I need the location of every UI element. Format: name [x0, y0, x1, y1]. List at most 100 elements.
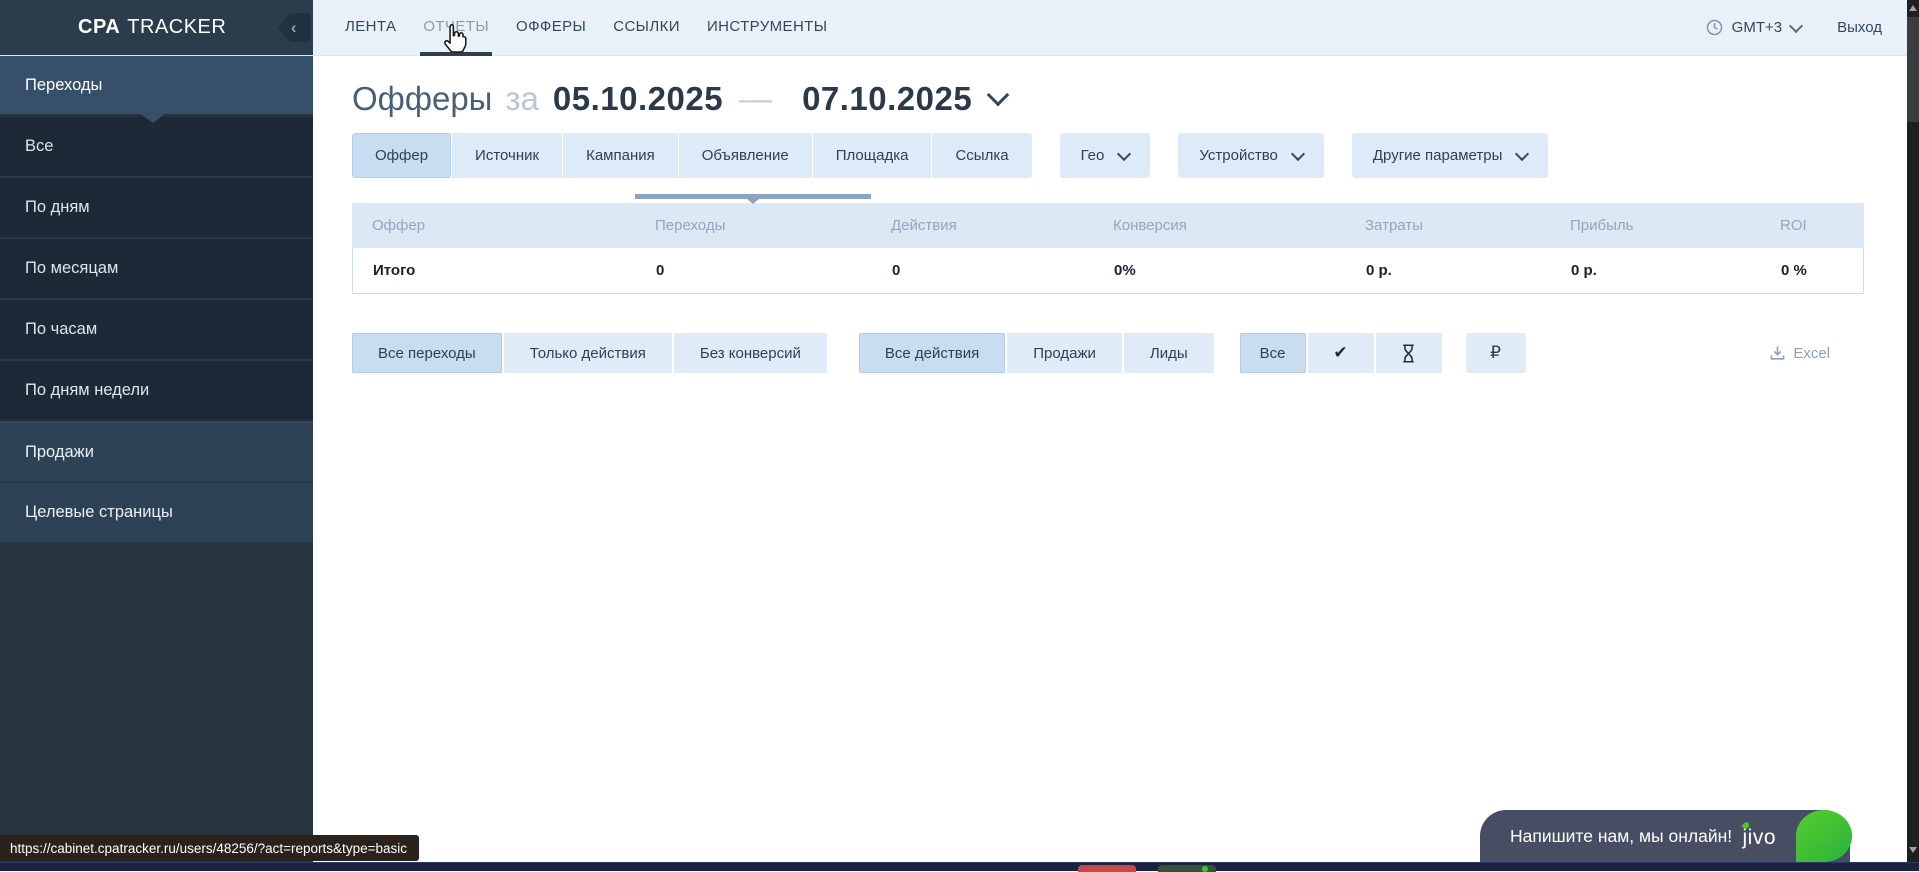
- filter-no-conversions[interactable]: Без конверсий: [674, 333, 827, 373]
- dropdown-label: Гео: [1081, 147, 1105, 164]
- quick-filters-row: Все переходы Только действия Без конверс…: [352, 333, 1526, 373]
- sidebar-item-label: По месяцам: [25, 259, 118, 278]
- chevron-down-icon: [1789, 18, 1803, 32]
- sidebar-collapse-button[interactable]: ‹: [278, 13, 310, 42]
- logo-text-bold: CPA: [78, 16, 120, 39]
- date-range-chevron-icon[interactable]: [987, 84, 1010, 107]
- jivo-logo: jivo: [1742, 826, 1776, 850]
- table-total-row: Итого 0 0 0% 0 р. 0 р. 0 %: [352, 248, 1864, 294]
- clock-icon: [1706, 19, 1723, 36]
- filter-status-pending[interactable]: [1376, 333, 1442, 373]
- sidebar-item-label: По дням: [25, 198, 90, 217]
- jivo-leaf-icon: [1796, 810, 1852, 862]
- hourglass-icon: [1401, 344, 1416, 363]
- tab-campaign[interactable]: Кампания: [563, 133, 679, 178]
- scrollbar-down-arrow-icon[interactable]: [1909, 847, 1917, 853]
- tab-link[interactable]: Ссылка: [932, 133, 1031, 178]
- check-icon: ✔: [1333, 343, 1347, 363]
- dropdown-other-params[interactable]: Другие параметры: [1352, 133, 1549, 178]
- actions-filter-group: Все действия Продажи Лиды: [859, 333, 1214, 373]
- filter-sales[interactable]: Продажи: [1007, 333, 1122, 373]
- scrollbar-thumb[interactable]: [1907, 17, 1919, 122]
- main-content: Офферы за 05.10.2025 — 07.10.2025 Оффер …: [313, 56, 1907, 862]
- report-title-row: Офферы за 05.10.2025 — 07.10.2025: [352, 80, 1006, 118]
- tab-offer[interactable]: Оффер: [352, 133, 452, 178]
- sidebar: Переходы Все По дням По месяцам По часам…: [0, 56, 313, 862]
- dropdown-label: Устройство: [1199, 147, 1277, 164]
- dimension-tab-group: Оффер Источник Кампания Объявление Площа…: [352, 133, 1032, 178]
- sidebar-item-po-dnyam-nedeli[interactable]: По дням недели: [0, 361, 313, 422]
- status-filter-group: Все ✔: [1240, 333, 1442, 373]
- sidebar-item-prodazhi[interactable]: Продажи: [0, 422, 313, 483]
- logout-link[interactable]: Выход: [1837, 19, 1882, 36]
- column-header-offer[interactable]: Оффер: [352, 217, 635, 234]
- filter-status-all[interactable]: Все: [1240, 333, 1306, 373]
- sidebar-item-label: Все: [25, 137, 53, 156]
- sidebar-item-label: Переходы: [25, 76, 102, 95]
- filter-status-approved[interactable]: ✔: [1308, 333, 1374, 373]
- dropdown-device[interactable]: Устройство: [1178, 133, 1323, 178]
- app-logo: CPA TRACKER ‹: [0, 0, 313, 55]
- filter-leads[interactable]: Лиды: [1124, 333, 1214, 373]
- page-title: Офферы: [352, 80, 492, 118]
- top-bar: CPA TRACKER ‹ ЛЕНТА ОТЧЕТЫ ОФФЕРЫ ССЫЛКИ…: [0, 0, 1907, 56]
- chevron-left-icon: ‹: [291, 18, 297, 38]
- title-preposition: за: [505, 80, 538, 118]
- topbar-right: GMT+3 Выход: [1706, 0, 1907, 55]
- timezone-selector[interactable]: GMT+3: [1706, 19, 1801, 36]
- nav-item-reports[interactable]: ОТЧЕТЫ: [423, 0, 489, 56]
- dropdown-geo[interactable]: Гео: [1060, 133, 1151, 178]
- sidebar-item-celevye-stranicy[interactable]: Целевые страницы: [0, 483, 313, 544]
- column-header-costs[interactable]: Затраты: [1345, 217, 1550, 234]
- total-actions: 0: [872, 262, 1094, 279]
- nav-item-lenta[interactable]: ЛЕНТА: [345, 0, 396, 56]
- chat-widget[interactable]: Напишите нам, мы онлайн! jivo: [1480, 810, 1850, 862]
- total-clicks: 0: [636, 262, 872, 279]
- sidebar-item-po-mesyacam[interactable]: По месяцам: [0, 239, 313, 300]
- ruble-icon: ₽: [1490, 343, 1501, 363]
- nav-item-offers[interactable]: ОФФЕРЫ: [516, 0, 586, 56]
- status-url-text: https://cabinet.cpatracker.ru/users/4825…: [10, 841, 407, 856]
- filter-only-actions[interactable]: Только действия: [504, 333, 672, 373]
- sidebar-item-label: По дням недели: [25, 381, 149, 400]
- timezone-label: GMT+3: [1732, 19, 1782, 36]
- chevron-down-icon: [1515, 146, 1529, 160]
- vertical-scrollbar[interactable]: [1907, 0, 1919, 862]
- tab-ad[interactable]: Объявление: [679, 133, 813, 178]
- column-header-clicks[interactable]: Переходы: [635, 217, 871, 234]
- column-header-profit[interactable]: Прибыль: [1550, 217, 1760, 234]
- active-item-notch: [141, 114, 165, 123]
- nav-item-links[interactable]: ССЫЛКИ: [613, 0, 680, 56]
- tab-source[interactable]: Источник: [452, 133, 563, 178]
- sort-indicator-arrow-icon: [747, 199, 759, 204]
- tab-platform[interactable]: Площадка: [813, 133, 933, 178]
- date-to[interactable]: 07.10.2025: [802, 80, 972, 118]
- sidebar-item-perehody[interactable]: Переходы: [0, 56, 313, 117]
- dimension-tabs-row: Оффер Источник Кампания Объявление Площа…: [352, 133, 1548, 178]
- browser-status-url: https://cabinet.cpatracker.ru/users/4825…: [0, 835, 419, 861]
- filter-currency-rub[interactable]: ₽: [1466, 333, 1526, 373]
- date-separator: —: [739, 80, 772, 118]
- filter-all-clicks[interactable]: Все переходы: [352, 333, 502, 373]
- excel-label: Excel: [1793, 345, 1830, 362]
- sidebar-item-po-chasam[interactable]: По часам: [0, 300, 313, 361]
- chevron-down-icon: [1117, 146, 1131, 160]
- report-table: Оффер Переходы Действия Конверсия Затрат…: [352, 203, 1864, 294]
- export-excel-link[interactable]: Excel: [1770, 333, 1830, 373]
- sidebar-item-label: Целевые страницы: [25, 503, 173, 522]
- column-header-roi[interactable]: ROI: [1760, 217, 1862, 234]
- filter-all-actions[interactable]: Все действия: [859, 333, 1005, 373]
- traffic-filter-group: Все переходы Только действия Без конверс…: [352, 333, 827, 373]
- scrollbar-up-arrow-icon[interactable]: [1909, 5, 1917, 11]
- sidebar-item-vse[interactable]: Все: [0, 117, 313, 178]
- nav-item-tools[interactable]: ИНСТРУМЕНТЫ: [707, 0, 828, 56]
- sidebar-item-label: Продажи: [25, 443, 94, 462]
- column-header-actions[interactable]: Действия: [871, 217, 1093, 234]
- date-from[interactable]: 05.10.2025: [553, 80, 723, 118]
- total-roi: 0 %: [1761, 262, 1863, 279]
- chevron-down-icon: [1291, 146, 1305, 160]
- column-header-conversion[interactable]: Конверсия: [1093, 217, 1345, 234]
- sidebar-item-po-dnyam[interactable]: По дням: [0, 178, 313, 239]
- total-label: Итого: [353, 262, 636, 279]
- logo-text-rest: TRACKER: [127, 16, 226, 39]
